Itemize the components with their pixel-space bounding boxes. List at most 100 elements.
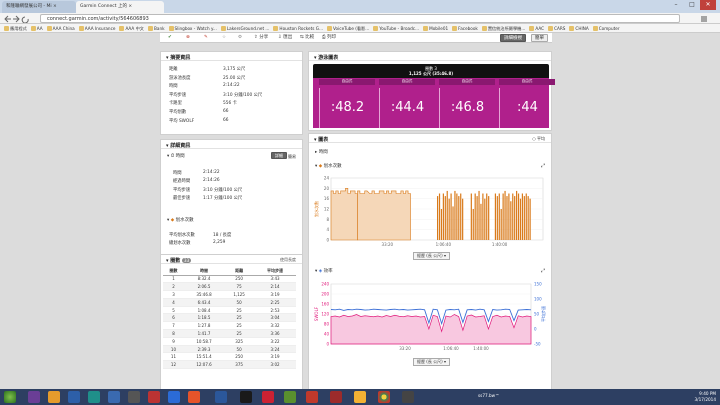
browser-tab[interactable]: 和隆聯網發展公司 - Mi × [2,1,76,13]
table-row[interactable]: 3 35:46.8 1,125 3:19 [163,290,296,299]
table-row[interactable]: 11 15:51.4 250 3:19 [163,352,296,362]
summary-header[interactable]: ▾ 摘要資訊 [161,52,302,61]
charts-header[interactable]: ▾ 圖表 ○ 平均 [309,134,551,143]
strokes-bar[interactable] [529,198,531,240]
laps-column-header[interactable]: 平均步速 [254,267,296,276]
table-row[interactable]: 5 1:08.4 25 2:53 [163,306,296,315]
url-input[interactable]: connect.garmin.com/activity/564606893 [40,14,680,23]
strokes-bar[interactable] [488,196,490,240]
strokes-bar[interactable] [482,193,484,241]
strokes-bar[interactable] [517,193,520,241]
detail-view-button[interactable]: 詳細檢視 [500,34,526,42]
running-task-label[interactable]: ss77.bw™ [478,393,499,398]
strokes-bar[interactable] [523,196,525,240]
bookmark-item[interactable]: AAA 中文 [119,24,144,32]
export-button[interactable]: ⇩ 匯出 [278,34,292,42]
edit-icon[interactable]: ✎ [204,34,208,42]
strokes-bar[interactable] [527,196,529,240]
strokes-bar[interactable] [470,193,472,241]
strokes-bar[interactable] [474,193,476,241]
laps-column-header[interactable]: 距離 [224,267,255,276]
strokes-bar[interactable] [510,201,512,240]
strokes-bar[interactable] [452,206,454,240]
length-time[interactable]: :44 [499,88,555,128]
minimize-button[interactable]: – [668,0,684,10]
table-row[interactable]: 12 12:07.6 375 3:02 [163,360,296,370]
bookmark-item[interactable]: AAA China [46,24,75,32]
strokes-bar[interactable] [440,209,443,240]
strokes-area[interactable] [357,190,411,241]
app-icon[interactable] [108,391,120,403]
strokes-bar[interactable] [478,190,480,240]
app-icon[interactable] [402,391,414,403]
strokes-bar[interactable] [512,193,514,241]
back-icon[interactable] [4,15,11,23]
folder-icon[interactable] [48,391,60,403]
strokes-bar[interactable] [480,203,482,240]
bookmark-item[interactable]: Houston Rockets G... [273,24,323,32]
table-row[interactable]: 6 1:18.5 25 3:04 [163,313,296,323]
simple-view-button[interactable]: 簡單 [531,34,548,42]
compare-button[interactable]: ⇆ 比較 [300,34,314,42]
strokes-bar[interactable] [476,196,478,240]
strokes-bar[interactable] [494,193,497,241]
use-lengths-link[interactable]: 使用長度 [280,257,296,263]
strokes-bar[interactable] [496,196,498,240]
swim-chart-header[interactable]: ▾ 游泳圖表 [309,52,551,61]
strokes-bar[interactable] [437,196,439,240]
strokes-bar[interactable] [458,196,460,240]
length-time[interactable]: :44.4 [379,88,435,128]
reload-icon[interactable] [21,16,29,23]
strokes-bar[interactable] [521,193,523,241]
average-toggle[interactable]: ○ 平均 [532,136,545,142]
bookmark-item[interactable]: AAA Insurance [78,24,115,32]
laps-header[interactable]: ▾ 圈數 33 使用長度 [161,255,302,264]
bookmark-item[interactable]: AAC [529,24,544,32]
strokes-bar[interactable] [506,196,508,240]
bookmark-item[interactable]: CARS [548,24,565,32]
app-icon[interactable] [284,391,296,403]
strokes-bar[interactable] [508,193,510,241]
app-icon[interactable] [330,391,342,403]
app-icon[interactable] [306,391,318,403]
strokes-bar[interactable] [442,193,444,241]
word-icon[interactable] [215,391,227,403]
strokes-bar[interactable] [504,190,506,240]
print-button[interactable]: ⎙ 列印 [322,34,336,42]
time-simple-button[interactable]: 簡易 [288,154,296,160]
strokes-bar[interactable] [454,190,456,240]
app-icon[interactable] [88,391,100,403]
delete-icon[interactable]: ⊗ [186,34,190,42]
efficiency-chart-header[interactable]: ▾ ◈ 效率 [315,268,333,274]
strokes-bar[interactable] [516,190,518,240]
bookmark-item[interactable]: AA [30,24,43,32]
app-icon[interactable] [68,391,80,403]
star-icon[interactable]: ☆ [222,34,226,42]
strokes-bar[interactable] [444,196,446,240]
table-row[interactable]: 10 2:39.3 50 3:24 [163,345,296,354]
efficiency-xaxis-select[interactable]: 經歷 (長 公尺) ▾ [413,358,450,366]
app-icon[interactable] [148,391,160,403]
strokes-bar[interactable] [525,193,527,241]
check-icon[interactable]: ✔ [168,34,172,42]
laps-column-header[interactable]: 時間 [183,267,225,276]
time-detail-button[interactable]: 詳細 [271,152,287,159]
strokes-bar[interactable] [450,193,452,241]
table-row[interactable]: 4 6:43.4 50 2:25 [163,298,296,307]
maximize-button[interactable]: □ [684,0,700,10]
app-icon[interactable] [188,391,200,403]
strokes-bar[interactable] [484,198,486,240]
settings-icon[interactable]: ⚙ [238,34,242,42]
strokes-bar[interactable] [446,190,448,240]
forward-icon[interactable] [13,15,20,23]
bookmark-item[interactable]: YouTube - Broadc... [373,24,419,32]
app-icon[interactable] [28,391,40,403]
menu-icon[interactable] [700,15,708,23]
bookmark-item[interactable]: 置信統治所屬學機... [481,24,525,32]
app-icon[interactable] [128,391,140,403]
bookmark-item[interactable]: CHINA [569,24,589,32]
lightroom-icon[interactable] [240,391,252,403]
start-button[interactable] [4,391,16,403]
table-row[interactable]: 8 1:41.7 25 3:36 [163,329,296,338]
strokes-section-header[interactable]: ▾ ◆ 划水次數 [167,217,194,223]
